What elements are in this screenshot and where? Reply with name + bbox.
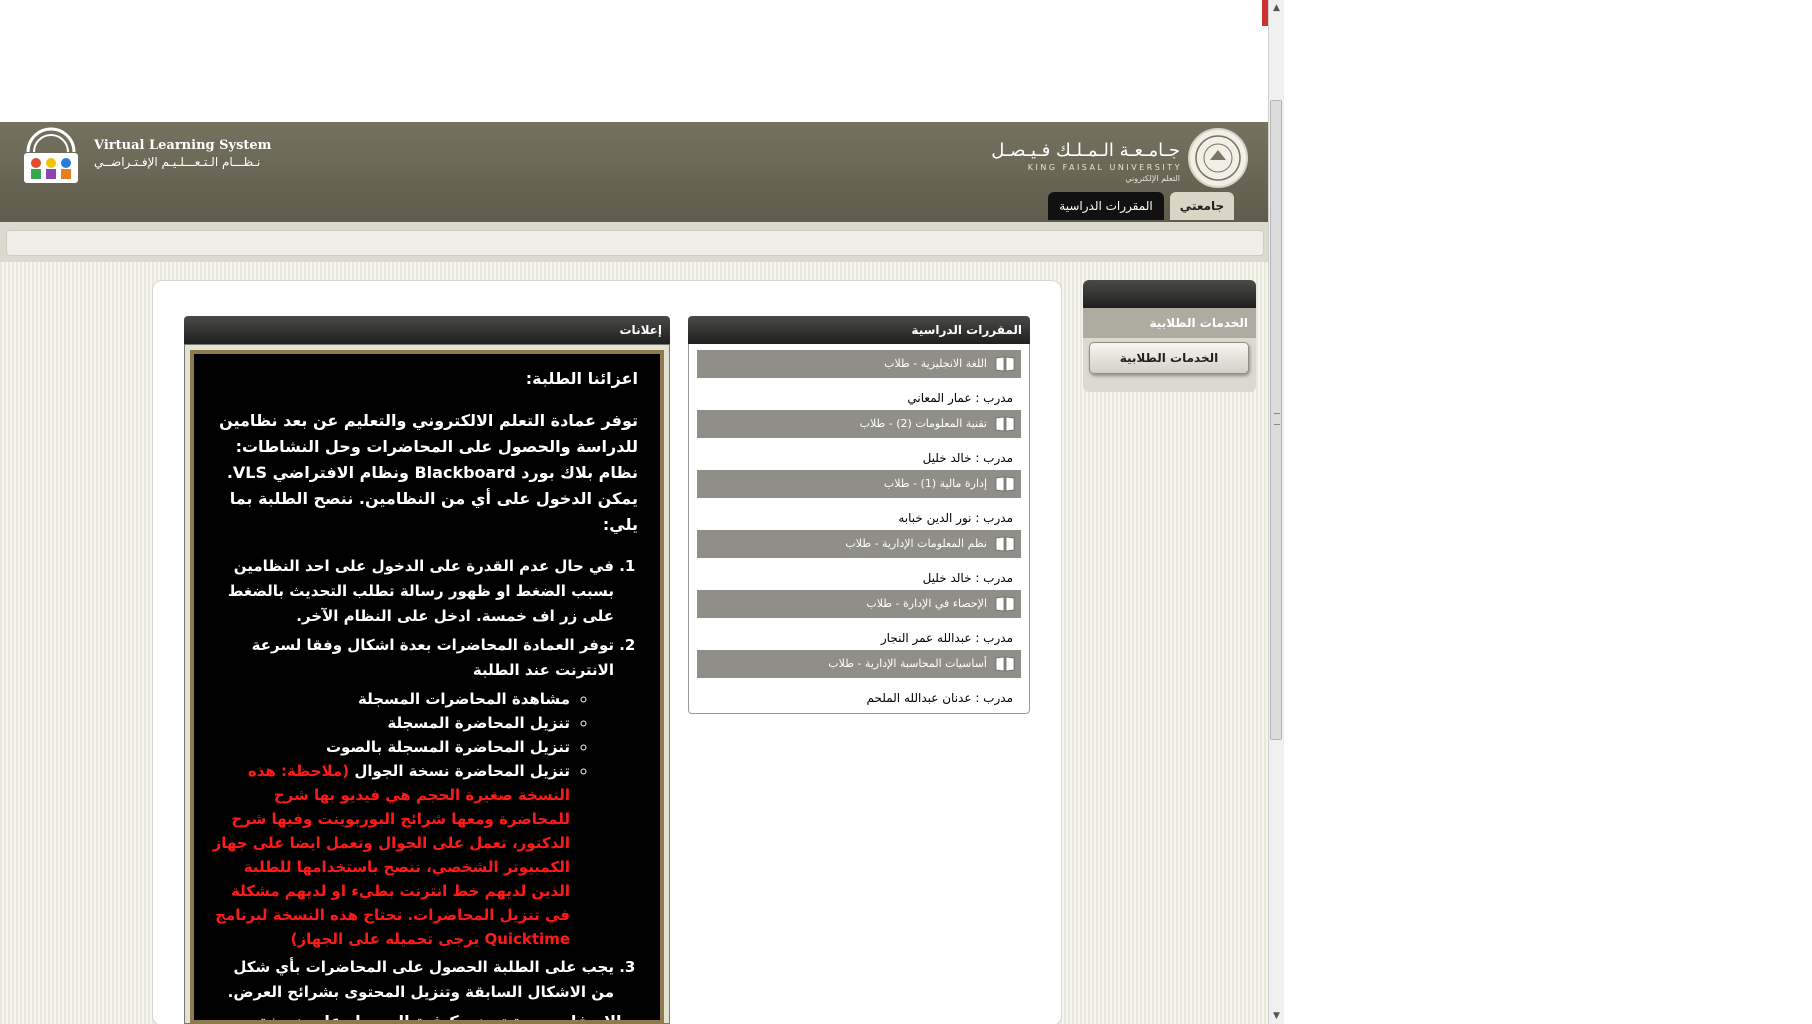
course-name[interactable]: إدارة مالية (1) - طلاب: [884, 477, 987, 490]
format-item: مشاهدة المحاضرات المسجلة: [210, 687, 570, 711]
vertical-scrollbar[interactable]: ▲ ▼: [1268, 0, 1284, 1024]
course-item[interactable]: أساسيات المحاسبة الإدارية - طلاب: [697, 650, 1021, 678]
university-name-en: KING FAISAL UNIVERSITY: [1027, 163, 1182, 172]
course-item[interactable]: اللغة الانجليزية - طلاب: [697, 350, 1021, 378]
scroll-down-icon[interactable]: ▼: [1269, 1008, 1284, 1024]
course-instructor: مدرب : نور الدين خبابه: [898, 511, 1013, 525]
side-panel-top: [1083, 280, 1256, 308]
format-item: تنزيل المحاضرة المسجلة: [210, 711, 570, 735]
book-icon: [995, 476, 1015, 492]
mobile-version-note: (ملاحظة: هذه النسخة صغيرة الحجم هي فيديو…: [212, 762, 570, 948]
vls-title: Virtual Learning System: [94, 138, 272, 153]
course-instructor: مدرب : عمار المعاني: [907, 391, 1013, 405]
announcement-list: في حال عدم القدرة على الدخول على احد الن…: [210, 554, 638, 1005]
scroll-up-icon[interactable]: ▲: [1269, 0, 1284, 16]
announcement-greeting: اعزائنا الطلبة:: [525, 369, 638, 388]
scrollbar-thumb[interactable]: [1270, 100, 1282, 740]
lecture-formats-list: مشاهدة المحاضرات المسجلة تنزيل المحاضرة …: [210, 687, 614, 951]
course-name[interactable]: الإحصاء في الإدارة - طلاب: [866, 597, 987, 610]
book-icon: [995, 356, 1015, 372]
announcement-item-3: يجب على الطلبة الحصول على المحاضرات بأي …: [210, 955, 614, 1005]
course-instructor: مدرب : خالد خليل: [922, 571, 1013, 585]
book-icon: [995, 656, 1015, 672]
course-item[interactable]: تقنية المعلومات (2) - طلاب: [697, 410, 1021, 438]
university-name-ar: جـامـعـة الـمـلـك فـيـصـل: [991, 140, 1180, 161]
book-icon: [995, 416, 1015, 432]
course-name[interactable]: اللغة الانجليزية - طلاب: [884, 357, 987, 370]
format-item-mobile-text: تنزيل المحاضرة نسخة الجوال: [354, 762, 570, 780]
courses-header: المقررات الدراسية: [688, 316, 1030, 344]
student-services-panel: الخدمات الطلابية الخدمات الطلابية: [1083, 280, 1256, 392]
announcement-item-1: في حال عدم القدرة على الدخول على احد الن…: [210, 554, 614, 629]
course-name[interactable]: نظم المعلومات الإدارية - طلاب: [845, 537, 987, 550]
tab-my-university[interactable]: جامعتي: [1170, 192, 1234, 220]
tab-courses[interactable]: المقررات الدراسية: [1048, 192, 1164, 220]
announcement-footer: وبالاسفل صورة توضح كيفية الحصول على نسخة…: [210, 1009, 638, 1020]
book-icon: [995, 536, 1015, 552]
course-name[interactable]: أساسيات المحاسبة الإدارية - طلاب: [828, 657, 987, 670]
course-instructor: مدرب : عدنان عبدالله الملحم: [866, 691, 1014, 705]
announcements-content: اعزائنا الطلبة: توفر عمادة التعلم الالكت…: [194, 354, 660, 1020]
university-unit: التعلم الإلكتروني: [1125, 174, 1180, 183]
course-item[interactable]: إدارة مالية (1) - طلاب: [697, 470, 1021, 498]
course-name[interactable]: تقنية المعلومات (2) - طلاب: [860, 417, 987, 430]
courses-list: اللغة الانجليزية - طلاب مدرب : عمار المع…: [688, 344, 1030, 714]
announcements-panel: اعزائنا الطلبة: توفر عمادة التعلم الالكت…: [190, 350, 664, 1024]
student-services-button[interactable]: الخدمات الطلابية: [1089, 342, 1249, 374]
course-item[interactable]: الإحصاء في الإدارة - طلاب: [697, 590, 1021, 618]
university-seal-icon[interactable]: [1188, 128, 1248, 188]
browser-viewport: Virtual Learning System نـظـــام الـتـعـ…: [0, 0, 1268, 1024]
announcement-item-2: توفر العمادة المحاضرات بعدة اشكال وفقا ل…: [210, 633, 614, 951]
course-instructor: مدرب : عبدالله عمر النجار: [880, 631, 1013, 645]
student-services-title: الخدمات الطلابية: [1083, 308, 1256, 338]
book-icon: [995, 596, 1015, 612]
vls-logo-icon[interactable]: [20, 126, 82, 186]
breadcrumb-bar: [6, 230, 1264, 256]
announcements-header: إعلانات: [184, 316, 670, 344]
announcement-intro: توفر عمادة التعلم الالكتروني والتعليم عن…: [219, 411, 638, 534]
scrollbar-grip-icon: [1274, 413, 1280, 425]
format-item-mobile: تنزيل المحاضرة نسخة الجوال (ملاحظة: هذه …: [210, 759, 570, 951]
vls-subtitle: نـظـــام الـتـعـــلـيـم الإفـتـراضــي: [94, 155, 261, 169]
format-item: تنزيل المحاضرة المسجلة بالصوت: [210, 735, 570, 759]
course-item[interactable]: نظم المعلومات الإدارية - طلاب: [697, 530, 1021, 558]
announcement-item-2-text: توفر العمادة المحاضرات بعدة اشكال وفقا ل…: [251, 636, 614, 679]
course-instructor: مدرب : خالد خليل: [922, 451, 1013, 465]
